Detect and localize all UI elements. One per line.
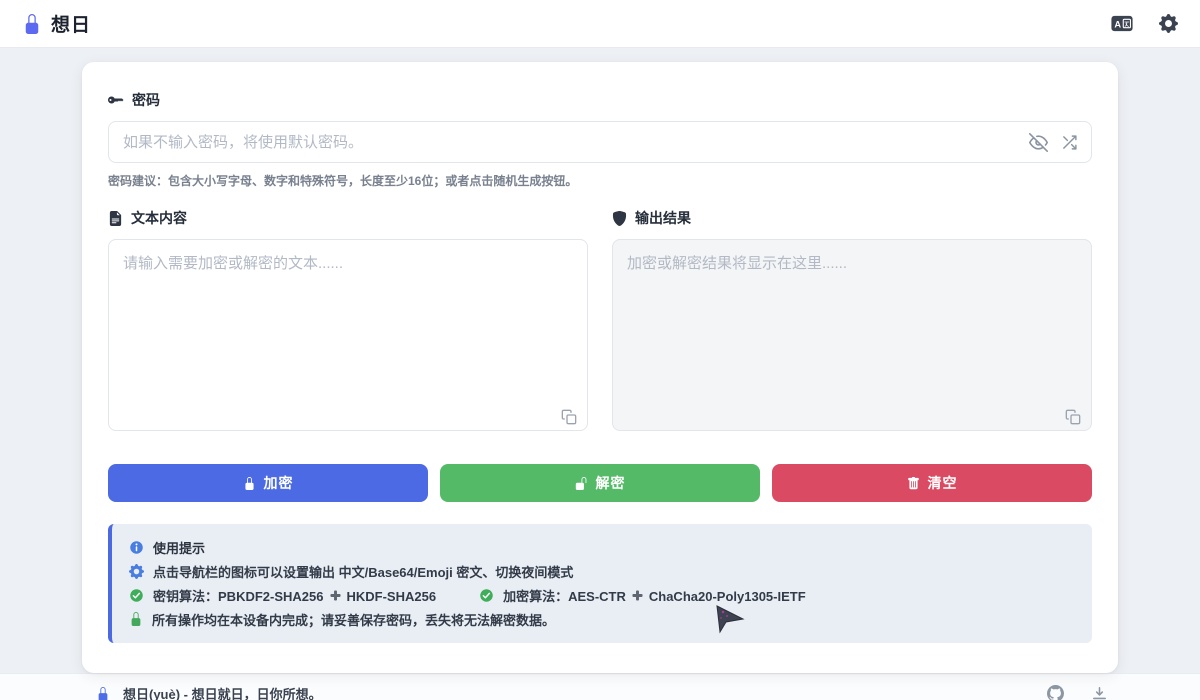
password-input[interactable] [108, 121, 1092, 163]
password-hint: 密码建议：包含大小写字母、数字和特殊符号，长度至少16位；或者点击随机生成按钮。 [108, 174, 578, 188]
github-icon[interactable] [1047, 685, 1064, 700]
tips-security-row: 所有操作均在本设备内完成；请妥善保存密码，丢失将无法解密数据。 [129, 607, 1075, 631]
eye-off-icon[interactable] [1029, 132, 1048, 152]
tips-security-text: 所有操作均在本设备内完成；请妥善保存密码，丢失将无法解密数据。 [152, 612, 556, 628]
output-label-row: 输出结果 [612, 208, 1092, 228]
lock-green-icon [129, 612, 143, 626]
check-circle-icon [129, 588, 144, 603]
document-icon [108, 210, 123, 226]
input-label: 文本内容 [131, 210, 187, 226]
text-columns: 文本内容 输出结果 [108, 208, 1092, 436]
tips-settings-text: 点击导航栏的图标可以设置输出 中文/Base64/Emoji 密文、切换夜间模式 [153, 564, 574, 580]
footer: 想日(yuè) - 想日就日，日你所想。 [0, 673, 1200, 700]
action-buttons: 加密 解密 清空 [108, 464, 1092, 502]
output-textarea[interactable] [612, 239, 1092, 431]
lock-logo-icon [22, 13, 42, 34]
output-column: 输出结果 [612, 208, 1092, 436]
gear-icon[interactable] [1159, 14, 1178, 33]
main-card: 密码 密码建议：包含大小写字母、数字和特殊符号，长度至少16位；或者点击随机生成… [82, 62, 1118, 673]
tips-title-row: 使用提示 [129, 535, 1075, 559]
input-textarea[interactable] [108, 239, 588, 431]
plus-icon [632, 589, 643, 601]
brand: 想日 [22, 10, 91, 37]
unlock-icon [575, 476, 588, 490]
svg-text:A: A [1114, 19, 1121, 29]
password-field-wrap [108, 121, 1092, 163]
input-textarea-wrap [108, 239, 588, 436]
info-icon [129, 540, 144, 555]
input-label-row: 文本内容 [108, 208, 588, 228]
output-label: 输出结果 [635, 210, 691, 226]
encrypt-button[interactable]: 加密 [108, 464, 428, 502]
clear-label: 清空 [927, 475, 958, 491]
lock-footer-icon [96, 686, 110, 700]
navbar: 想日 A [0, 0, 1200, 48]
footer-text: 想日(yuè) - 想日就日，日你所想。 [123, 687, 322, 700]
password-label-row: 密码 [108, 90, 1092, 110]
input-column: 文本内容 [108, 208, 588, 436]
decrypt-button[interactable]: 解密 [440, 464, 760, 502]
app: 想日 A 密码 如果不输入密码，将使用默认密码。 密码建议：包含大小写字母、数字… [0, 0, 1200, 700]
usage-tips-panel: 使用提示 点击导航栏的图标可以设置输出 中文/Base64/Emoji 密文、切… [108, 524, 1092, 643]
clear-button[interactable]: 清空 [772, 464, 1092, 502]
main-area: 密码 密码建议：包含大小写字母、数字和特殊符号，长度至少16位；或者点击随机生成… [0, 48, 1200, 673]
tips-settings-row: 点击导航栏的图标可以设置输出 中文/Base64/Emoji 密文、切换夜间模式 [129, 559, 1075, 583]
output-textarea-wrap [612, 239, 1092, 436]
plus-icon [329, 589, 341, 601]
decrypt-label: 解密 [595, 475, 626, 491]
shuffle-icon[interactable] [1061, 134, 1078, 151]
tips-title: 使用提示 [153, 540, 206, 556]
footer-links [1047, 685, 1108, 700]
encrypt-label: 加密 [263, 475, 294, 491]
download-icon[interactable] [1091, 685, 1108, 700]
tips-algorithms-row: 密钥算法：PBKDF2-SHA256 HKDF-SHA256 加密算法：AES-C… [129, 583, 1075, 607]
lock-icon [243, 476, 256, 490]
translate-icon[interactable]: A [1111, 15, 1133, 32]
shield-icon [612, 210, 627, 226]
key-algorithm-group: 密钥算法：PBKDF2-SHA256 HKDF-SHA256 [129, 586, 436, 605]
key-algorithm-text: 密钥算法：PBKDF2-SHA256 HKDF-SHA256 [153, 588, 437, 604]
copy-input-icon[interactable] [561, 409, 577, 425]
copy-output-icon[interactable] [1065, 409, 1081, 425]
check-circle-icon [479, 588, 494, 603]
password-field-icons [1029, 121, 1078, 163]
encryption-algorithm-text: 加密算法：AES-CTR ChaCha20-Poly1305-IETF [503, 588, 806, 604]
password-label: 密码 [132, 92, 160, 108]
nav-actions: A [1111, 14, 1178, 33]
key-icon [108, 92, 124, 108]
footer-brand: 想日(yuè) - 想日就日，日你所想。 [96, 684, 322, 700]
trash-icon [907, 476, 920, 490]
gear-blue-icon [129, 563, 144, 579]
encryption-algorithm-group: 加密算法：AES-CTR ChaCha20-Poly1305-IETF [479, 586, 806, 605]
app-title: 想日 [51, 15, 92, 36]
